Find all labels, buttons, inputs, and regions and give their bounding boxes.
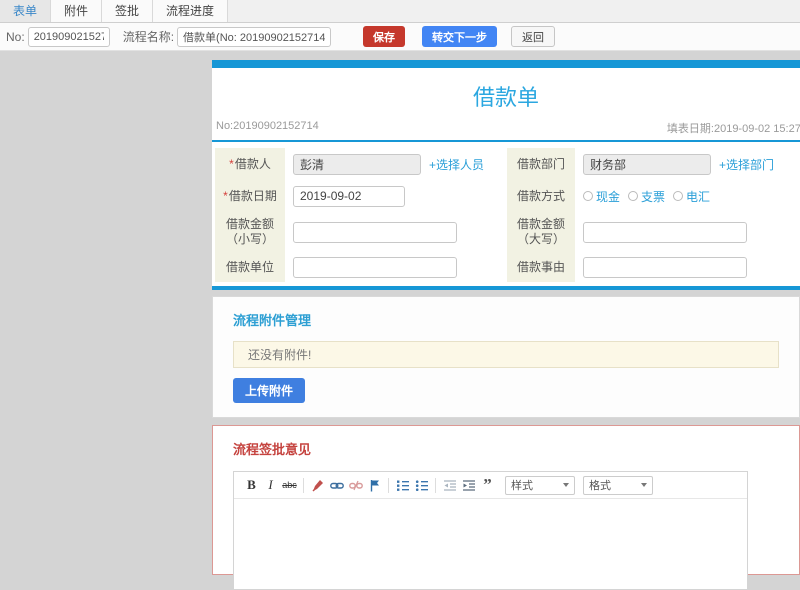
payment-method-label: 借款方式	[507, 180, 575, 212]
select-person-link[interactable]: +选择人员	[429, 156, 484, 173]
tab-progress[interactable]: 流程进度	[153, 0, 229, 22]
payment-method-group: 现金 支票 电汇	[575, 180, 800, 212]
radio-circle-icon	[628, 191, 639, 201]
form-no-text: No:20190902152714	[216, 120, 319, 132]
tab-form[interactable]: 表单	[0, 0, 52, 22]
loan-date-label: *借款日期	[215, 180, 285, 212]
bold-icon[interactable]: B	[244, 477, 259, 493]
amount-uppercase-input[interactable]	[583, 221, 747, 243]
upload-attachment-button[interactable]: 上传附件	[233, 378, 306, 403]
approval-heading: 流程签批意见	[233, 442, 312, 457]
amount-uppercase-label: 借款金额（大写）	[507, 212, 575, 252]
form-meta-row: No:20190902152714 填表日期:2019-09-02 15:27:…	[212, 120, 800, 140]
radio-wire[interactable]: 电汇	[673, 188, 710, 205]
italic-icon[interactable]: I	[263, 477, 278, 493]
form-title: 借款单	[472, 85, 539, 110]
loan-date-input[interactable]	[293, 185, 405, 207]
form-top-bar	[212, 60, 800, 68]
form-date-text: 填表日期:2019-09-02 15:27:1	[666, 123, 800, 135]
numbered-list-icon[interactable]	[395, 477, 410, 493]
command-bar: No: 流程名称: 保存 转交下一步 返回	[0, 23, 800, 51]
no-label: No:	[6, 29, 25, 44]
blockquote-icon[interactable]: ”	[480, 476, 495, 493]
form-bottom-bar	[212, 286, 800, 290]
main-panel: 借款单 No:20190902152714 填表日期:2019-09-02 15…	[212, 60, 800, 590]
save-button[interactable]: 保存	[363, 26, 406, 47]
amount-lowercase-label: 借款金额（小写）	[215, 212, 285, 252]
attachment-heading: 流程附件管理	[233, 313, 312, 328]
loan-unit-input[interactable]	[293, 256, 457, 278]
style-select[interactable]: 样式	[505, 475, 575, 495]
form-fields: *借款人 +选择人员 借款部门 +选择部门 *借款日期 借款方式 现金 支票	[212, 142, 800, 286]
no-input[interactable]	[27, 26, 110, 47]
indent-icon[interactable]	[461, 477, 476, 493]
tab-approval[interactable]: 签批	[102, 0, 154, 22]
required-mark: *	[223, 188, 228, 203]
radio-circle-icon	[583, 191, 593, 201]
required-mark: *	[229, 156, 234, 171]
unlink-icon[interactable]	[348, 477, 363, 493]
process-name-label: 流程名称:	[122, 30, 175, 44]
chevron-down-icon	[563, 483, 569, 487]
borrower-input[interactable]	[293, 153, 421, 175]
attachment-section: 流程附件管理 还没有附件! 上传附件	[212, 296, 800, 418]
outdent-icon[interactable]	[442, 477, 457, 493]
radio-cash[interactable]: 现金	[583, 188, 620, 205]
toolbar-separator	[435, 477, 436, 493]
editor-content-area[interactable]	[234, 499, 747, 589]
loan-reason-input[interactable]	[583, 256, 747, 278]
format-select-value: 格式	[589, 480, 611, 492]
chevron-down-icon	[641, 483, 647, 487]
back-button[interactable]: 返回	[511, 26, 556, 47]
strikethrough-icon[interactable]: abc	[282, 477, 297, 493]
approval-section: 流程签批意见 B I abc ” 样式 格式	[212, 425, 800, 590]
toolbar-separator	[303, 477, 304, 493]
toolbar-separator	[388, 477, 389, 493]
loan-form-card: 借款单 No:20190902152714 填表日期:2019-09-02 15…	[212, 60, 800, 290]
radio-circle-icon	[673, 191, 684, 201]
link-icon[interactable]	[329, 477, 344, 493]
rich-text-editor: B I abc ” 样式 格式	[233, 471, 748, 590]
forward-next-step-button[interactable]: 转交下一步	[422, 26, 498, 47]
format-select[interactable]: 格式	[583, 475, 653, 495]
amount-lowercase-input[interactable]	[293, 221, 457, 243]
department-label: 借款部门	[507, 148, 575, 180]
radio-check[interactable]: 支票	[628, 188, 665, 205]
department-input[interactable]	[583, 153, 711, 175]
process-name-input[interactable]	[177, 26, 332, 47]
editor-toolbar: B I abc ” 样式 格式	[234, 472, 747, 499]
bullet-list-icon[interactable]	[414, 477, 429, 493]
select-department-link[interactable]: +选择部门	[719, 156, 774, 173]
tab-bar: 表单 附件 签批 流程进度	[0, 0, 800, 23]
anchor-flag-icon[interactable]	[367, 477, 382, 493]
loan-unit-label: 借款单位	[215, 252, 285, 282]
remove-format-icon[interactable]	[310, 477, 325, 493]
borrower-label: *借款人	[215, 148, 285, 180]
loan-reason-label: 借款事由	[507, 252, 575, 282]
style-select-value: 样式	[511, 480, 533, 492]
no-attachment-notice: 还没有附件!	[233, 341, 779, 368]
tab-attachments[interactable]: 附件	[51, 0, 103, 22]
